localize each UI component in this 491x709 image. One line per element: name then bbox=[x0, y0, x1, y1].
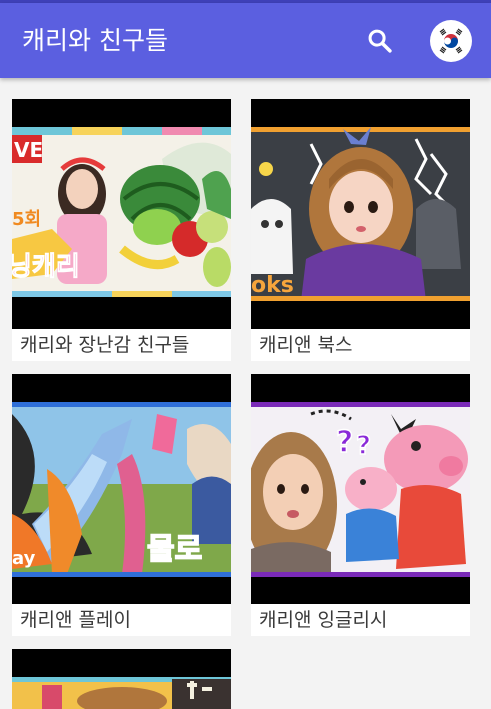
thumb-text-question-2: ? bbox=[356, 431, 371, 461]
thumb-text-question-1: ? bbox=[336, 425, 353, 460]
thumb-text-title: 닝캐리 bbox=[12, 252, 80, 282]
channel-card-play[interactable]: 물로 ay 캐리앤 플레이 bbox=[12, 374, 231, 636]
search-button[interactable] bbox=[362, 23, 398, 59]
channel-card-english[interactable]: ? ? 캐리앤 잉글리시 bbox=[251, 374, 470, 636]
channel-label[interactable]: 캐리앤 플레이 bbox=[20, 606, 131, 634]
channel-thumbnail[interactable] bbox=[12, 649, 231, 709]
thumbnail-art bbox=[12, 649, 231, 709]
thumbnail-art: oks bbox=[251, 99, 470, 329]
thumb-text-episode: 5회 bbox=[12, 209, 41, 230]
search-icon bbox=[368, 29, 392, 53]
channel-label[interactable]: 캐리앤 북스 bbox=[259, 331, 352, 359]
channel-thumbnail[interactable]: VE 5회 닝캐리 bbox=[12, 99, 231, 329]
app-title: 캐리와 친구들 bbox=[22, 26, 168, 55]
thumbnail-art: ? ? bbox=[251, 374, 470, 604]
channel-label[interactable]: 캐리앤 잉글리시 bbox=[259, 606, 387, 634]
channel-label[interactable]: 캐리와 장난감 친구들 bbox=[20, 331, 189, 359]
channel-thumbnail[interactable]: ? ? bbox=[251, 374, 470, 604]
channel-thumbnail[interactable]: oks bbox=[251, 99, 470, 329]
thumbnail-art: VE 5회 닝캐리 bbox=[12, 99, 231, 329]
channel-card-books[interactable]: oks 캐리앤 북스 bbox=[251, 99, 470, 361]
channel-thumbnail[interactable]: 물로 ay bbox=[12, 374, 231, 604]
thumb-text-live: VE bbox=[14, 138, 43, 162]
thumb-text-books: oks bbox=[251, 273, 294, 298]
channel-card-toys[interactable]: VE 5회 닝캐리 캐리와 장난감 친구들 bbox=[12, 99, 231, 361]
thumbnail-art: 물로 ay bbox=[12, 374, 231, 604]
language-button[interactable] bbox=[430, 20, 472, 62]
app-bar: 캐리와 친구들 bbox=[0, 3, 491, 78]
thumb-text-play: ay bbox=[12, 548, 36, 569]
thumb-text-water: 물로 bbox=[147, 532, 202, 567]
korea-flag-icon bbox=[435, 25, 467, 57]
channel-card-partial[interactable] bbox=[12, 649, 231, 709]
